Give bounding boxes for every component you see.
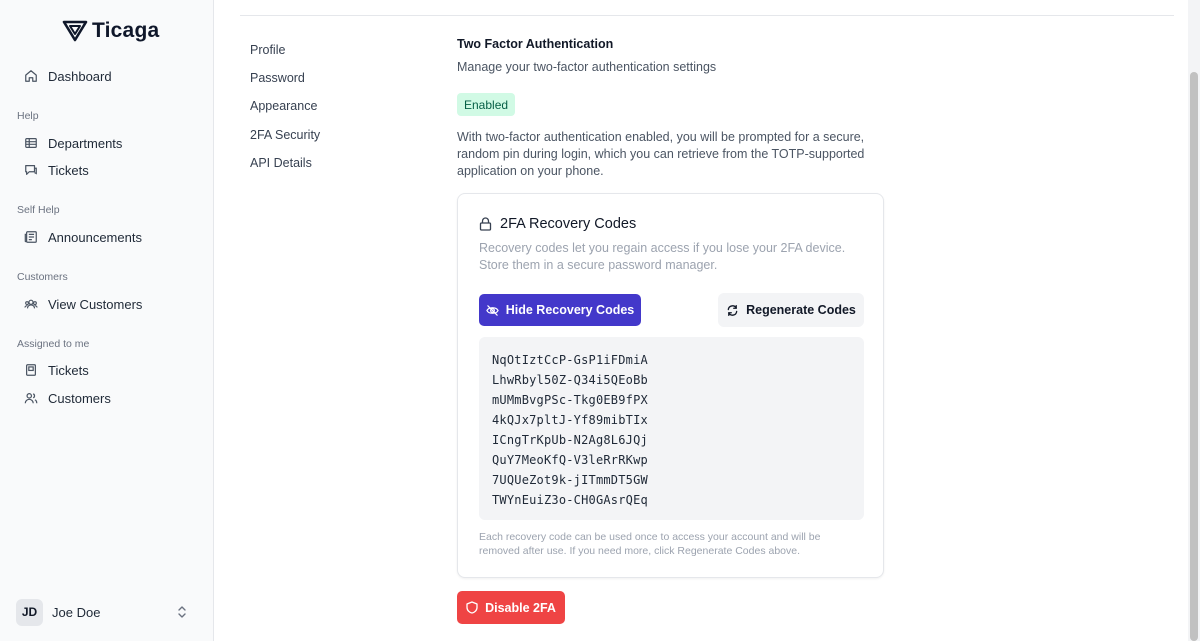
section-description: Manage your two-factor authentication se…: [457, 60, 717, 74]
recovery-code: ICngTrKpUb-N2Ag8L6JQj: [492, 433, 648, 447]
sidebar-group-label: Assigned to me: [17, 338, 90, 350]
recovery-code: 4kQJx7pltJ-Yf89mibTIx: [492, 413, 648, 427]
sidebar-item-label: Announcements: [48, 229, 142, 245]
card-description: Recovery codes let you regain access if …: [479, 241, 846, 272]
sidebar-item-label: Customers: [48, 390, 111, 406]
button-label: Regenerate Codes: [746, 303, 856, 317]
user-menu[interactable]: JD Joe Doe: [16, 598, 198, 626]
card-title: 2FA Recovery Codes: [479, 216, 636, 232]
eye-off-icon: [485, 304, 499, 316]
sidebar-item-announcements[interactable]: Announcements: [16, 224, 198, 250]
sidebar-item-departments[interactable]: Departments: [16, 130, 198, 156]
home-icon: [25, 70, 37, 82]
recovery-code: QuY7MeoKfQ-V3leRrRKwp: [492, 453, 648, 467]
table-icon: [25, 138, 37, 148]
sidebar-group-label: Self Help: [17, 204, 60, 216]
recovery-code: NqOtIztCcP-GsP1iFDmiA: [492, 353, 648, 367]
recovery-code: mUMmBvgPSc-Tkg0EB9fPX: [492, 393, 648, 407]
settings-nav-appearance[interactable]: Appearance: [250, 99, 317, 113]
settings-nav-profile[interactable]: Profile: [250, 43, 285, 57]
users-icon: [24, 393, 38, 404]
header-divider: [240, 15, 1174, 16]
recovery-codes-card: 2FA Recovery Codes Recovery codes let yo…: [457, 193, 884, 578]
sidebar-item-assigned-tickets[interactable]: Tickets: [16, 357, 198, 383]
sidebar-item-tickets[interactable]: Tickets: [16, 157, 198, 183]
sidebar-item-assigned-customers[interactable]: Customers: [16, 385, 198, 411]
sidebar-item-label: View Customers: [48, 296, 143, 312]
refresh-icon: [727, 304, 738, 316]
disable-2fa-button[interactable]: Disable 2FA: [457, 591, 565, 624]
sidebar-item-label: Tickets: [48, 362, 89, 378]
user-name: Joe Doe: [52, 604, 101, 620]
settings-nav-api-details[interactable]: API Details: [250, 156, 312, 170]
recovery-codes-list: NqOtIztCcP-GsP1iFDmiA LhwRbyl50Z-Q34i5QE…: [479, 337, 864, 520]
sidebar-item-label: Departments: [48, 135, 123, 151]
chevron-up-down-icon: [178, 606, 186, 618]
sidebar-group-label: Customers: [17, 271, 68, 283]
2fa-info-text: With two-factor authentication enabled, …: [457, 130, 865, 178]
sidebar-group-label: Help: [17, 110, 39, 122]
recovery-codes-note: Each recovery code can be used once to a…: [479, 531, 821, 557]
settings-nav-2fa-security[interactable]: 2FA Security: [250, 128, 320, 142]
shield-icon: [466, 601, 478, 614]
newspaper-icon: [24, 231, 37, 243]
recovery-code: TWYnEuiZ3o-CH0GAsrQEq: [492, 493, 648, 507]
ticket-icon: [26, 364, 36, 376]
sidebar-item-dashboard[interactable]: Dashboard: [16, 63, 198, 89]
button-label: Hide Recovery Codes: [505, 303, 635, 317]
sidebar-item-label: Dashboard: [48, 68, 112, 84]
app-logo[interactable]: Ticaga: [62, 17, 159, 45]
hide-recovery-codes-button[interactable]: Hide Recovery Codes: [479, 294, 641, 326]
sidebar-item-label: Tickets: [48, 162, 89, 178]
ticaga-logo-icon: [62, 20, 88, 42]
regenerate-codes-button[interactable]: Regenerate Codes: [718, 293, 864, 327]
users-group-icon: [24, 299, 38, 309]
sidebar-item-view-customers[interactable]: View Customers: [16, 291, 198, 317]
section-title: Two Factor Authentication: [457, 37, 614, 51]
chat-icon: [25, 165, 37, 175]
avatar: JD: [16, 598, 43, 626]
settings-nav-password[interactable]: Password: [250, 71, 305, 85]
app-name: Ticaga: [92, 19, 160, 42]
scrollbar-thumb[interactable]: [1190, 72, 1198, 641]
recovery-code: LhwRbyl50Z-Q34i5QEoBb: [492, 373, 648, 387]
lock-icon: [479, 217, 492, 231]
recovery-code: 7UQUeZot9k-jITmmDT5GW: [492, 473, 648, 487]
status-badge: Enabled: [457, 93, 516, 116]
scrollbar[interactable]: [1188, 0, 1200, 641]
button-label: Disable 2FA: [485, 600, 556, 615]
card-title-text: 2FA Recovery Codes: [500, 216, 637, 232]
sidebar: Ticaga Dashboard Help Departments Ticket…: [0, 0, 214, 641]
